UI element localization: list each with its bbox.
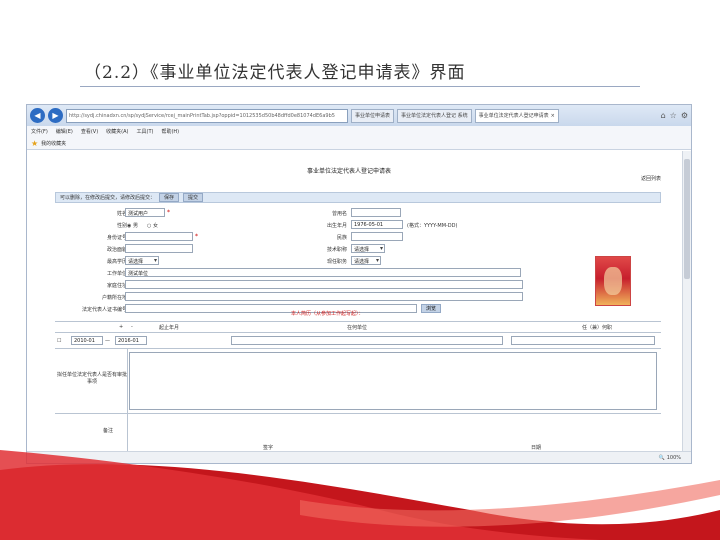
col-work-unit: 在何单位 [346,325,367,331]
tab-2-label: 事业单位法定代表人登记 系统 [401,113,468,119]
tab-3-label: 事业单位法定代表人登记申请表 [478,113,549,119]
return-list-link[interactable]: 返回列表 [641,175,661,182]
required-mark: * [167,209,170,216]
back-icon[interactable]: ◀ [30,108,45,123]
menu-bar: 文件(F) 编辑(E) 查看(V) 收藏夹(A) 工具(T) 帮助(H) [27,126,691,137]
menu-tools[interactable]: 工具(T) [137,128,154,135]
zoom-level[interactable]: 100% [667,455,681,461]
table-border [55,321,661,322]
vertical-scrollbar[interactable] [682,151,691,453]
label-former-name: 曾用名 [331,211,347,217]
date-separator: — [105,338,110,344]
date-label: 日期 [531,445,542,451]
save-button[interactable]: 保存 [159,193,180,202]
required-mark: * [195,233,198,240]
gear-icon[interactable]: ⚙ [681,111,688,120]
form-toolbar: 可以删除，在修改后提交，请修改后提交： 保存 提交 [55,192,661,203]
star-icon[interactable]: ☆ [670,111,677,120]
table-border [55,332,661,333]
intent-textarea[interactable] [129,352,657,410]
status-bar: 🔍 100% [27,451,691,463]
menu-favorites[interactable]: 收藏夹(A) [106,128,128,135]
tab-1[interactable]: 事业单位申请表 [351,108,395,123]
work-unit-input[interactable]: 测试单位 [125,268,521,277]
label-education: 最高学历 [106,259,127,265]
form-page: 事业单位法定代表人登记申请表 返回列表 可以删除，在修改后提交，请修改后提交： … [27,151,683,453]
label-cert: 法定代表人证书编号 [81,307,127,313]
applicant-photo [595,256,631,306]
form-title: 事业单位法定代表人登记申请表 [307,168,392,175]
table-border [55,413,661,414]
label-gender: 性别 [116,223,127,229]
tab-1-label: 事业单位申请表 [355,113,391,119]
table-divider [127,348,128,453]
date-start-input[interactable]: 2010-01 [71,336,103,345]
label-address: 家庭住址 [106,283,127,289]
id-number-input[interactable] [125,232,193,241]
degree-select[interactable]: 请选择 [351,244,385,253]
col-from-to: 起止年月 [158,325,179,331]
url-field[interactable]: http://sydj.chinadxn.cn/sp/sydjService/r… [66,108,348,123]
address-bar: ◀ ▶ http://sydj.chinadxn.cn/sp/sydjServi… [27,105,691,126]
household-input[interactable] [125,292,523,301]
history-role-input[interactable] [511,336,655,345]
remark-label: 备注 [103,428,114,434]
row-checkbox[interactable]: ☐ [57,338,61,344]
window-icons: ⌂ ☆ ⚙ [661,111,688,120]
post-select[interactable]: 请选择 [351,256,381,265]
political-input[interactable] [125,244,193,253]
table-border [55,348,661,349]
label-name: 姓名 [116,211,127,217]
birth-input[interactable]: 1976-05-01 [351,220,403,229]
label-political: 政治面貌 [106,247,127,253]
label-nation: 民族 [336,235,347,241]
favorites-label[interactable]: 我的收藏夹 [41,140,66,147]
label-intent: 拟任单位法定代表人是否有审批事项 [56,372,127,385]
menu-file[interactable]: 文件(F) [31,128,48,135]
name-input[interactable]: 测试用户 [125,208,165,217]
menu-edit[interactable]: 编辑(E) [56,128,73,135]
gender-radio-female[interactable]: ○ 女 [147,222,158,229]
female-label: 女 [152,223,158,229]
browser-window: ◀ ▶ http://sydj.chinadxn.cn/sp/sydjServi… [26,104,692,464]
label-id-number: 身份证号 [106,235,127,241]
date-end-input[interactable]: 2016-01 [115,336,147,345]
forward-icon[interactable]: ▶ [48,108,63,123]
nation-input[interactable] [351,232,403,241]
title-divider [80,86,640,87]
cert-input[interactable] [125,304,417,313]
menu-help[interactable]: 帮助(H) [161,128,179,135]
history-title: 本人简历（从参加工作起写起）： [291,311,364,317]
label-work-unit: 工作单位 [106,271,127,277]
toolbar-label: 可以删除，在修改后提交，请修改后提交： [60,195,156,201]
birth-hint: (格式：YYYY-MM-DD) [407,223,458,229]
close-tab-icon[interactable]: × [551,113,555,119]
address-input[interactable] [125,280,523,289]
home-icon[interactable]: ⌂ [661,111,666,120]
male-label: 男 [132,223,138,229]
history-unit-input[interactable] [231,336,503,345]
tab-3[interactable]: 事业单位法定代表人登记申请表 × [474,108,559,123]
favorites-star-icon[interactable]: ★ [31,139,38,148]
label-post: 现任职务 [326,259,347,265]
sign-label: 签字 [263,445,274,451]
add-row-button[interactable]: + [119,324,123,330]
browse-button[interactable]: 浏览 [421,304,442,313]
submit-button[interactable]: 提交 [183,193,204,202]
former-name-input[interactable] [351,208,401,217]
remove-row-button[interactable]: - [131,324,133,330]
label-degree: 技术职称 [326,247,347,253]
slide-title: （2.2）《事业单位法定代表人登记申请表》界面 [84,63,466,83]
scroll-thumb[interactable] [684,159,690,279]
label-birth: 出生年月 [326,223,347,229]
favorites-bar: ★ 我的收藏夹 [27,137,691,150]
label-household: 户籍所在地 [101,295,127,301]
menu-view[interactable]: 查看(V) [81,128,98,135]
education-select[interactable]: 请选择 [125,256,159,265]
tab-2[interactable]: 事业单位法定代表人登记 系统 [397,108,472,123]
col-role: 任（兼）何职 [581,325,612,331]
gender-radio-male[interactable]: ◉ 男 [127,222,138,229]
